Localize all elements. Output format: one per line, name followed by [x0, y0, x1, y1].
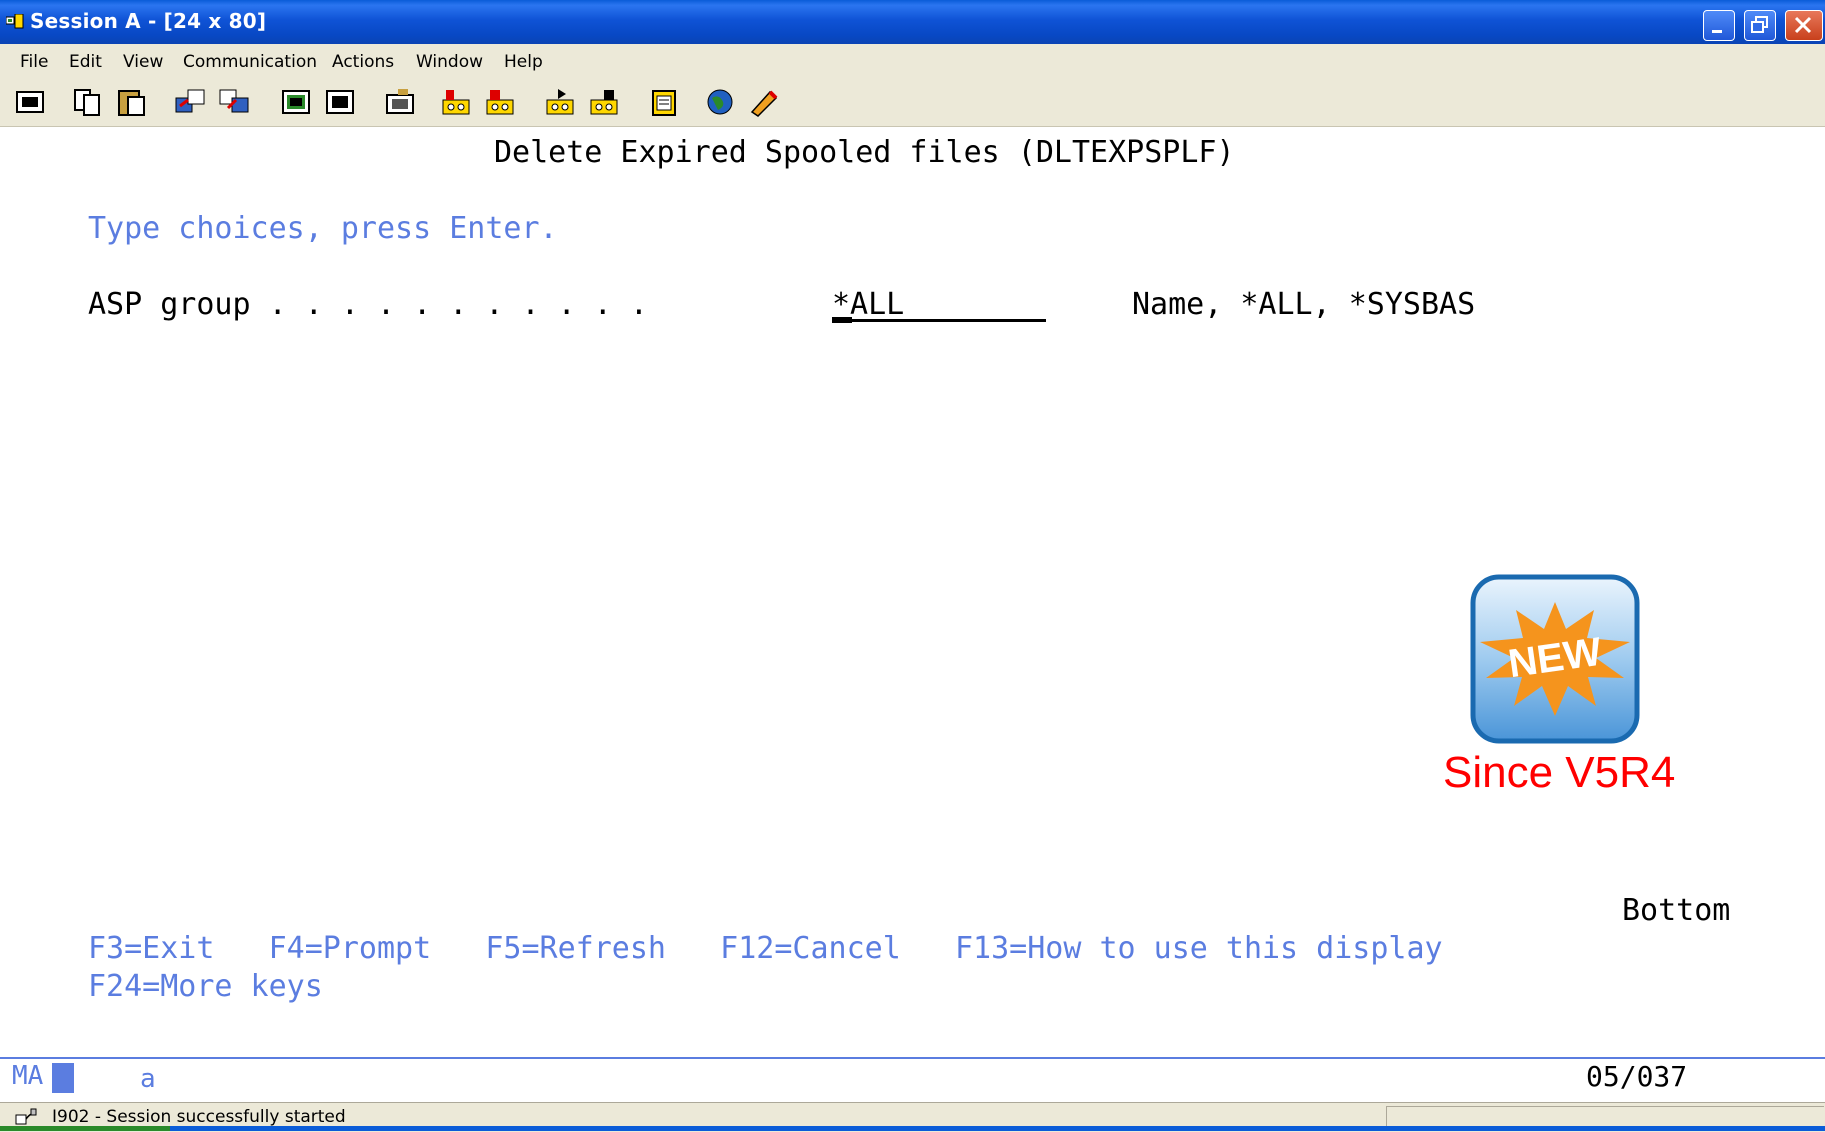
edit-icon[interactable] [748, 86, 780, 118]
menu-window[interactable]: Window [416, 52, 483, 72]
position-indicator: Bottom [1622, 893, 1731, 928]
asp-group-hint: Name, *ALL, *SYSBAS [1132, 287, 1476, 322]
asp-group-label: ASP group . . . . . . . . . . . [88, 287, 648, 322]
screen-heading: Delete Expired Spooled files (DLTEXPSPLF… [494, 135, 1235, 170]
cursor-position: 05/037 [1586, 1060, 1688, 1093]
field-underline [832, 319, 1046, 322]
clipboard-icon[interactable] [648, 86, 680, 118]
close-button[interactable] [1785, 10, 1823, 41]
play-macro-2-icon[interactable] [588, 86, 620, 118]
session-status-icon [15, 1108, 37, 1125]
restore-icon [1751, 16, 1768, 33]
stop-macro-icon[interactable] [484, 86, 516, 118]
status-panel [1386, 1106, 1824, 1128]
close-icon [1794, 16, 1812, 34]
copy-icon[interactable] [72, 86, 104, 118]
function-keys-line-2: F24=More keys [88, 969, 323, 1004]
restore-button[interactable] [1744, 10, 1776, 41]
display-icon[interactable] [280, 86, 312, 118]
minimize-button[interactable] [1703, 10, 1735, 41]
menu-bar: File Edit View Communication Actions Win… [0, 44, 1825, 78]
since-caption: Since V5R4 [1443, 748, 1676, 797]
instruction-text: Type choices, press Enter. [88, 211, 558, 246]
paste-icon[interactable] [116, 86, 148, 118]
function-keys-line-1: F3=Exit F4=Prompt F5=Refresh F12=Cancel … [88, 931, 1443, 966]
send-file-icon[interactable] [174, 86, 206, 118]
text-cursor [832, 317, 852, 323]
toolbar [0, 78, 1825, 127]
status-message: I902 - Session successfully started [52, 1107, 346, 1127]
new-badge-icon: NEW [1470, 574, 1640, 744]
menu-file[interactable]: File [20, 52, 48, 72]
ma-block [52, 1063, 74, 1093]
receive-file-icon[interactable] [218, 86, 250, 118]
taskbar-edge [0, 1126, 1825, 1131]
print-screen-icon[interactable] [14, 86, 46, 118]
macro-icon[interactable] [384, 86, 416, 118]
ma-indicator: MA [12, 1061, 44, 1091]
globe-icon[interactable] [704, 86, 736, 118]
menu-edit[interactable]: Edit [69, 52, 102, 72]
input-mode: a [140, 1064, 156, 1094]
session-app-icon [6, 14, 24, 29]
record-macro-icon[interactable] [440, 86, 472, 118]
menu-view[interactable]: View [123, 52, 163, 72]
menu-actions[interactable]: Actions [332, 52, 394, 72]
operator-info-area [0, 1059, 1825, 1102]
window-title: Session A - [24 x 80] [30, 9, 267, 33]
menu-help[interactable]: Help [504, 52, 543, 72]
minimize-icon [1712, 30, 1722, 33]
play-macro-icon[interactable] [544, 86, 576, 118]
menu-communication[interactable]: Communication [183, 52, 317, 72]
title-bar: Session A - [24 x 80] [0, 0, 1825, 44]
keyboard-icon[interactable] [324, 86, 356, 118]
